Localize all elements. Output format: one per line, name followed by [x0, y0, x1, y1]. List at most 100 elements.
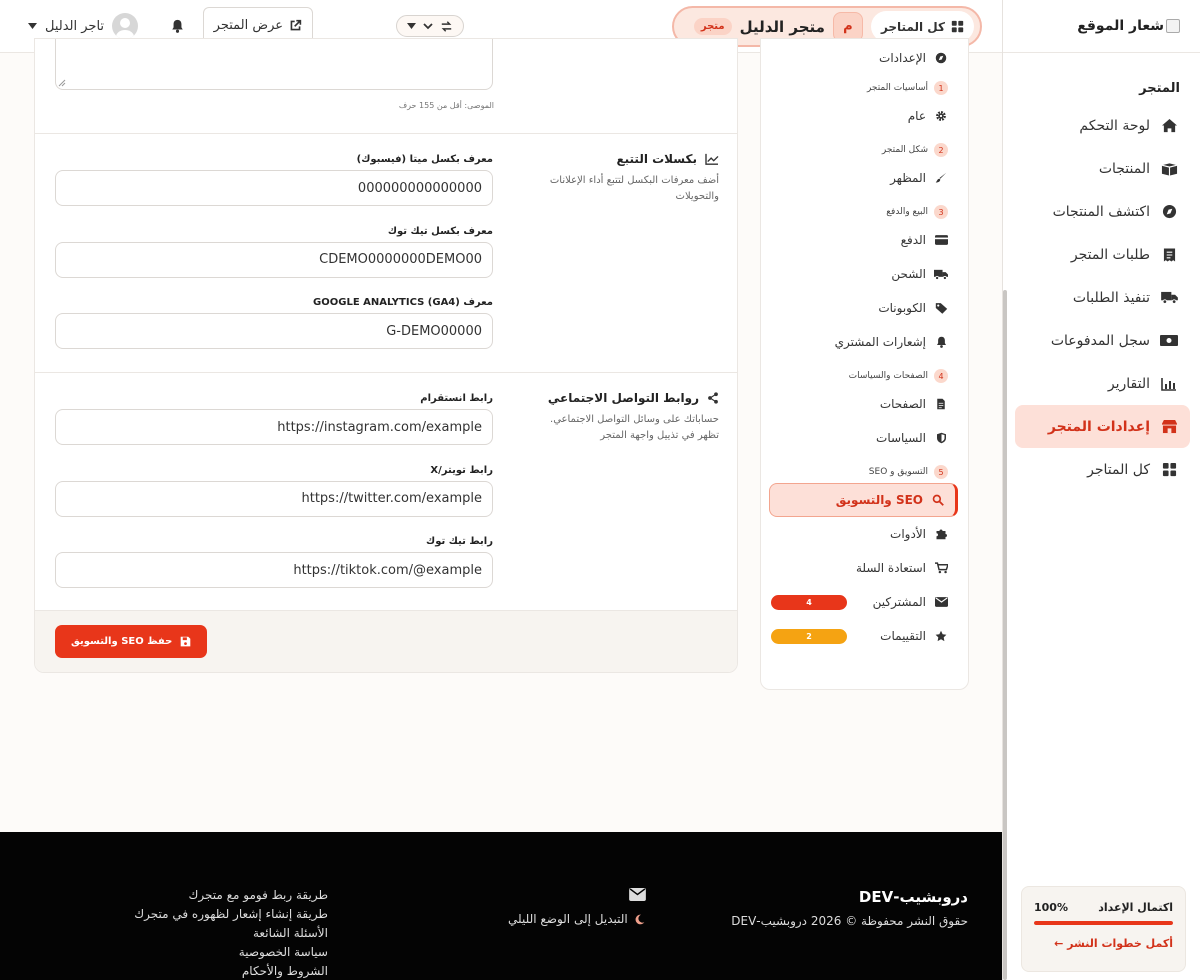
- footer-link[interactable]: سياسة الخصوصية: [120, 943, 328, 962]
- sidebar-item-box[interactable]: المنتجات: [1015, 147, 1190, 190]
- sidebar-item-money[interactable]: سجل المدفوعات: [1015, 319, 1190, 362]
- caret-down-icon: [28, 23, 37, 29]
- submenu-item-gear[interactable]: عام: [761, 99, 968, 133]
- tiktok-url-label: رابط تيك توك: [426, 536, 493, 547]
- submenu-item-file[interactable]: الصفحات: [761, 387, 968, 421]
- submenu-group-header: 2 شكل المتجر: [761, 133, 968, 161]
- site-logo[interactable]: شعار الموقع: [1003, 0, 1200, 53]
- receipt-icon: [1160, 246, 1178, 264]
- site-footer: دروبشيب-DEV حقوق النشر محفوظة © 2026 درو…: [0, 832, 1002, 980]
- tiktok-url-input[interactable]: https://tiktok.com/@example: [55, 552, 493, 588]
- meta-description-textarea[interactable]: [55, 39, 493, 90]
- submenu-item-shield[interactable]: السياسات: [761, 421, 968, 455]
- instagram-url-label: رابط انستقرام: [420, 393, 493, 404]
- footer-link[interactable]: طريقة إنشاء إشعار لظهوره في متجرك: [120, 905, 328, 924]
- submenu-item-cart[interactable]: استعادة السلة: [761, 551, 968, 585]
- setup-progress-bar: [1034, 921, 1173, 925]
- nav-section-title: المتجر: [1139, 81, 1180, 96]
- submenu-item-envelope[interactable]: المشتركين 4: [761, 585, 968, 619]
- caret-down-icon: [406, 23, 416, 29]
- sidebar-item-compass[interactable]: اكتشف المنتجات: [1015, 190, 1190, 233]
- twitter-url-label: رابط تويتر/X: [430, 464, 493, 476]
- submenu-item-label: المظهر: [890, 171, 926, 185]
- submenu-group-header: 5 التسويق و SEO: [761, 455, 968, 483]
- sidebar-item-label: تنفيذ الطلبات: [1072, 289, 1150, 306]
- star-icon: [934, 629, 948, 643]
- sidebar-item-truck[interactable]: تنفيذ الطلبات: [1015, 276, 1190, 319]
- sidebar-item-label: اكتشف المنتجات: [1052, 203, 1150, 220]
- submenu-groups: 1 أساسيات المتجر عام 2 شكل المتجر المظهر 3 البي…: [761, 71, 968, 653]
- description-hint: الموصى: أقل من 155 حرف: [398, 101, 494, 110]
- setup-progress-card: اكتمال الإعداد 100% أكمل خطوات النشر ←: [1021, 886, 1186, 972]
- grid-icon: [951, 20, 964, 33]
- view-store-label: عرض المتجر: [213, 18, 283, 33]
- submenu-item-puzzle[interactable]: الأدوات: [761, 517, 968, 551]
- submenu-item-brush[interactable]: المظهر: [761, 161, 968, 195]
- submenu-item-star[interactable]: التقييمات 2: [761, 619, 968, 653]
- gear-icon: [934, 109, 948, 123]
- compass-icon: [1160, 203, 1178, 221]
- puzzle-icon: [934, 527, 948, 541]
- notifications-bell-icon[interactable]: [171, 19, 184, 33]
- dark-mode-toggle[interactable]: التبديل إلى الوضع الليلي: [508, 912, 645, 926]
- grid-icon: [1160, 461, 1178, 479]
- twitter-url-input[interactable]: https://twitter.com/example: [55, 480, 493, 517]
- sidebar-item-label: طلبات المتجر: [1070, 246, 1150, 263]
- submenu-item-card[interactable]: الدفع: [761, 223, 968, 257]
- submenu-item-settings[interactable]: الإعدادات: [761, 45, 968, 71]
- sidebar-item-home[interactable]: لوحة التحكم: [1015, 104, 1190, 147]
- meta-pixel-input[interactable]: 000000000000000: [55, 170, 493, 206]
- submenu-item-label: استعادة السلة: [855, 561, 926, 575]
- submenu-item-label: عام: [907, 109, 926, 123]
- envelope-icon[interactable]: [629, 888, 646, 901]
- sidebar-item-chart[interactable]: التقارير: [1015, 362, 1190, 405]
- sidebar-item-label: إعدادات المتجر: [1047, 418, 1150, 435]
- meta-pixel-label: معرف بكسل ميتا (فيسبوك): [356, 154, 493, 165]
- submenu-item-truck[interactable]: الشحن: [761, 257, 968, 291]
- footer-link[interactable]: الشروط والأحكام: [120, 962, 328, 980]
- step-number-badge: 4: [934, 369, 948, 383]
- card-icon: [934, 233, 948, 247]
- tiktok-pixel-input[interactable]: CDEMO0000000DEMO00: [55, 241, 493, 278]
- submenu-item-search[interactable]: SEO والتسويق: [769, 483, 958, 517]
- submenu-item-tags[interactable]: الكوبونات: [761, 291, 968, 325]
- setup-title: اكتمال الإعداد: [1098, 901, 1173, 914]
- submenu-group-header: 3 البيع والدفع: [761, 195, 968, 223]
- footer-links: طريقة ربط فومو مع متجرك طريقة إنشاء إشعار…: [120, 886, 328, 980]
- submenu-item-bell[interactable]: إشعارات المشتري: [761, 325, 968, 359]
- envelope-icon: [934, 595, 948, 609]
- sidebar-item-label: سجل المدفوعات: [1050, 332, 1150, 349]
- submenu-group-title: التسويق و SEO: [868, 467, 928, 477]
- currency-select[interactable]: [396, 15, 464, 37]
- submenu-item-label: الشحن: [891, 267, 926, 281]
- store-avatar: م: [832, 11, 863, 42]
- box-icon: [1160, 160, 1178, 178]
- user-menu[interactable]: تاجر الدليل: [28, 13, 139, 39]
- footer-link[interactable]: طريقة ربط فومو مع متجرك: [120, 886, 328, 905]
- sidebar-item-label: لوحة التحكم: [1079, 117, 1150, 134]
- tracking-description: أضف معرفات البكسل لتتبع أداء الإعلانات و…: [549, 175, 719, 202]
- count-badge: 4: [771, 594, 847, 610]
- save-seo-marketing-button[interactable]: حفظ SEO والتسويق: [55, 625, 208, 658]
- store-name: متجر الدليل: [739, 17, 825, 36]
- tiktok-pixel-label: معرف بكسل تيك توك: [387, 225, 493, 237]
- money-icon: [1160, 332, 1178, 350]
- section-divider: [35, 372, 737, 373]
- compass-icon: [934, 51, 948, 65]
- complete-publish-steps-link[interactable]: أكمل خطوات النشر ←: [1034, 937, 1173, 950]
- sidebar-item-store[interactable]: إعدادات المتجر: [1015, 405, 1190, 448]
- social-section-title: روابط التواصل الاجتماعي: [548, 391, 719, 405]
- footer-link[interactable]: الأسئلة الشائعة: [120, 924, 328, 943]
- sidebar-item-label: كل المتاجر: [1087, 461, 1150, 478]
- sidebar-scrollbar[interactable]: [1003, 290, 1007, 980]
- ga4-id-input[interactable]: G-DEMO00000: [55, 313, 493, 349]
- store-icon: [1160, 418, 1178, 436]
- setup-percent: 100%: [1034, 901, 1068, 914]
- sidebar-item-grid[interactable]: كل المتاجر: [1015, 448, 1190, 491]
- save-icon: [180, 636, 191, 647]
- user-avatar: [112, 13, 139, 39]
- resize-handle-icon[interactable]: [58, 79, 66, 87]
- step-number-badge: 5: [934, 465, 948, 479]
- sidebar-item-receipt[interactable]: طلبات المتجر: [1015, 233, 1190, 276]
- instagram-url-input[interactable]: https://instagram.com/example: [55, 409, 493, 445]
